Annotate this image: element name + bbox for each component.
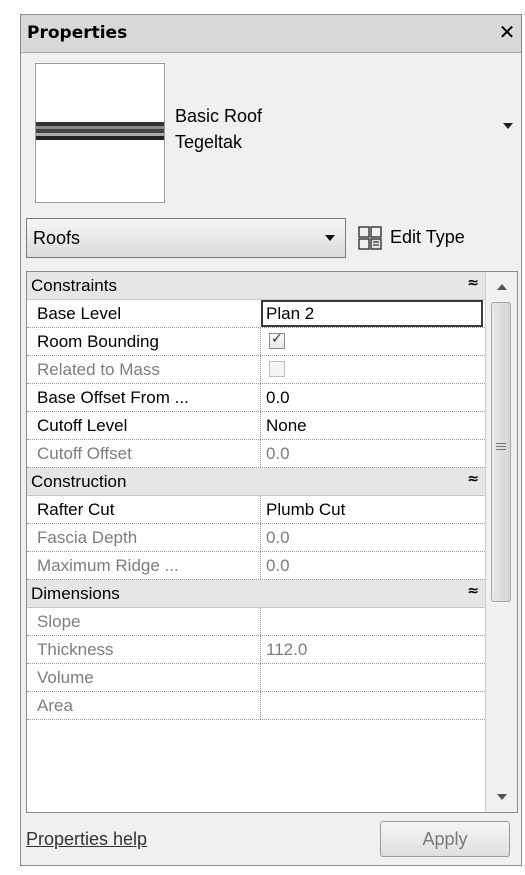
type-selector[interactable]: Basic Roof Tegeltak — [25, 59, 519, 211]
chevron-down-icon[interactable] — [503, 123, 513, 129]
property-row-thickness: Thickness 112.0 — [27, 636, 485, 664]
grip-icon — [496, 443, 506, 452]
roof-type-preview-image — [35, 63, 165, 203]
room-bounding-checkbox[interactable]: ✓ — [269, 331, 285, 349]
property-row-fascia-depth: Fascia Depth 0.0 — [27, 524, 485, 552]
property-row-area: Area — [27, 692, 485, 720]
property-name: Cutoff Level — [37, 416, 128, 435]
property-name: Base Offset From ... — [37, 388, 189, 407]
type-type: Tegeltak — [175, 132, 243, 152]
properties-grid: Constraints ≈ Base Level Plan 2 Room Bou… — [26, 271, 518, 813]
type-family: Basic Roof — [175, 106, 263, 126]
property-value: Plumb Cut — [266, 500, 346, 519]
column-divider — [260, 440, 261, 467]
property-value: Plan 2 — [266, 304, 315, 323]
scroll-up-icon[interactable] — [497, 284, 507, 290]
column-divider — [260, 524, 261, 551]
property-value: 112.0 — [266, 640, 308, 659]
scroll-down-icon[interactable] — [497, 794, 507, 800]
property-name: Thickness — [37, 640, 114, 659]
base-level-input[interactable]: Plan 2 — [261, 300, 483, 327]
property-name: Area — [37, 696, 73, 715]
section-construction[interactable]: Construction ≈ — [27, 468, 485, 496]
property-name: Base Level — [37, 304, 122, 323]
section-label: Constraints — [31, 276, 117, 295]
property-row-rafter-cut[interactable]: Rafter Cut Plumb Cut — [27, 496, 485, 524]
related-to-mass-checkbox — [269, 361, 285, 377]
footer: Properties help Apply — [26, 819, 518, 859]
property-row-maximum-ridge: Maximum Ridge ... 0.0 — [27, 552, 485, 580]
column-divider — [260, 412, 261, 439]
column-divider — [260, 384, 261, 411]
property-row-cutoff-level[interactable]: Cutoff Level None — [27, 412, 485, 440]
category-filter-select[interactable]: Roofs — [26, 218, 346, 258]
property-row-cutoff-offset: Cutoff Offset 0.0 — [27, 440, 485, 468]
property-name: Related to Mass — [37, 360, 160, 379]
collapse-icon[interactable]: ≈ — [467, 275, 479, 291]
column-divider — [260, 356, 261, 383]
property-name: Slope — [37, 612, 81, 631]
column-divider — [260, 608, 261, 635]
check-icon: ✓ — [271, 331, 283, 347]
column-divider — [260, 552, 261, 579]
property-value: 0.0 — [266, 528, 290, 547]
properties-panel: Properties ✕ Basic Roof Tegeltak Roofs E… — [20, 14, 522, 866]
section-label: Dimensions — [31, 584, 120, 603]
property-name: Rafter Cut — [37, 500, 115, 519]
property-value: None — [266, 416, 307, 435]
edit-type-button[interactable]: Edit Type — [356, 218, 520, 258]
property-name: Volume — [37, 668, 94, 687]
title-bar: Properties ✕ — [21, 15, 521, 53]
collapse-icon[interactable]: ≈ — [467, 471, 479, 487]
property-value: 0.0 — [266, 556, 290, 575]
edit-type-icon — [358, 226, 382, 250]
close-icon[interactable]: ✕ — [497, 20, 517, 44]
column-divider — [260, 328, 261, 355]
filter-row: Roofs Edit Type — [26, 218, 520, 260]
edit-type-label: Edit Type — [390, 227, 465, 247]
section-constraints[interactable]: Constraints ≈ — [27, 272, 485, 300]
column-divider — [260, 636, 261, 663]
vertical-scrollbar[interactable] — [485, 272, 517, 812]
property-name: Maximum Ridge ... — [37, 556, 179, 575]
column-divider — [260, 496, 261, 523]
section-dimensions[interactable]: Dimensions ≈ — [27, 580, 485, 608]
panel-title: Properties — [27, 23, 128, 43]
apply-button[interactable]: Apply — [380, 821, 510, 857]
property-row-base-level[interactable]: Base Level Plan 2 — [27, 300, 485, 328]
property-row-room-bounding[interactable]: Room Bounding ✓ — [27, 328, 485, 356]
property-row-related-to-mass: Related to Mass — [27, 356, 485, 384]
property-row-base-offset[interactable]: Base Offset From ... 0.0 — [27, 384, 485, 412]
category-filter-value: Roofs — [33, 228, 81, 248]
property-row-volume: Volume — [27, 664, 485, 692]
column-divider — [260, 664, 261, 691]
scrollbar-thumb[interactable] — [491, 302, 511, 602]
type-name: Basic Roof Tegeltak — [175, 103, 262, 155]
collapse-icon[interactable]: ≈ — [467, 583, 479, 599]
column-divider — [260, 692, 261, 719]
property-rows: Constraints ≈ Base Level Plan 2 Room Bou… — [27, 272, 485, 720]
properties-help-link[interactable]: Properties help — [26, 829, 147, 850]
property-value: 0.0 — [266, 444, 290, 463]
property-value: 0.0 — [266, 388, 290, 407]
chevron-down-icon — [325, 235, 335, 241]
section-label: Construction — [31, 472, 127, 491]
property-name: Fascia Depth — [37, 528, 138, 547]
property-name: Cutoff Offset — [37, 444, 132, 463]
property-row-slope: Slope — [27, 608, 485, 636]
property-name: Room Bounding — [37, 332, 159, 351]
